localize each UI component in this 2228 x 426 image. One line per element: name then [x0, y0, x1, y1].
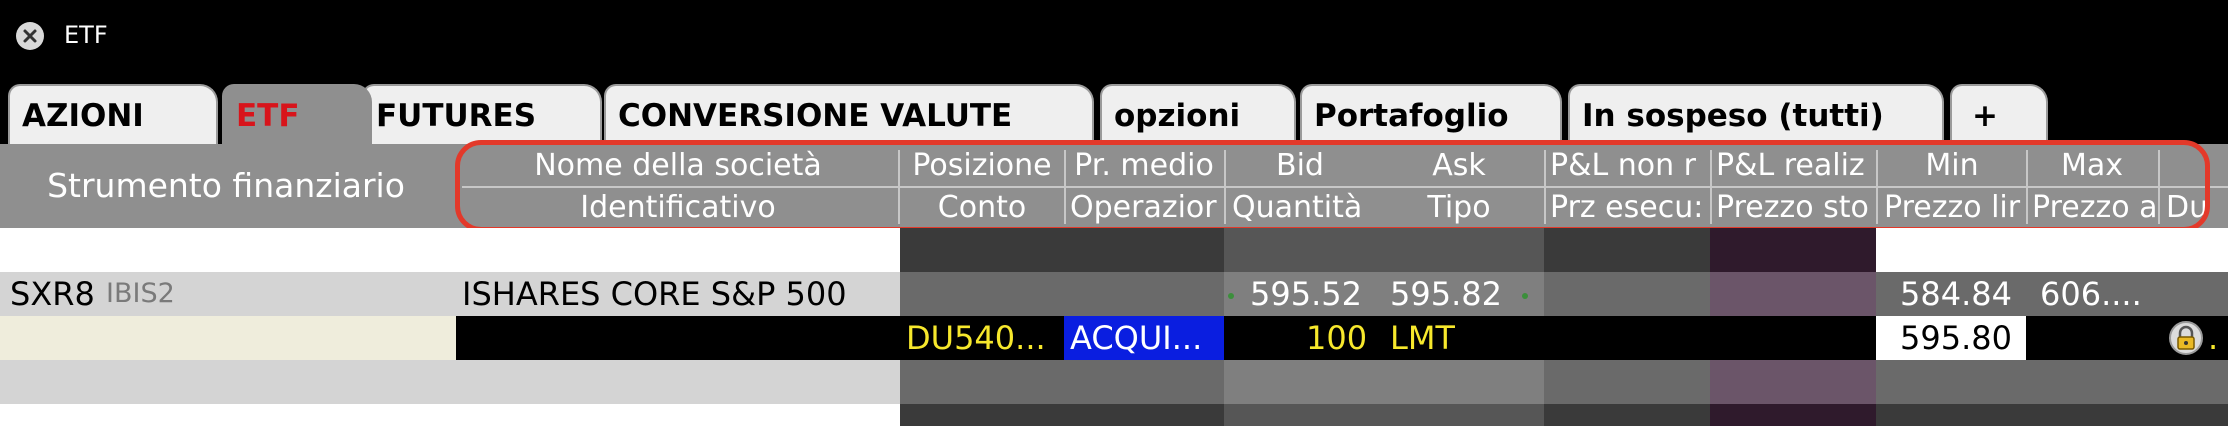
blank-row-cell — [1544, 360, 1710, 404]
ask-dot-icon — [1522, 293, 1528, 299]
blank-row-cell — [1544, 404, 1710, 426]
blank-row-cell — [900, 404, 1224, 426]
blank-row-cell — [900, 228, 1224, 272]
blank-row-cell — [1710, 360, 1876, 404]
blank-row-cell — [1710, 228, 1876, 272]
etf-symbol[interactable]: SXR8 — [10, 272, 95, 316]
blank-row-cell — [900, 360, 1224, 404]
blank-row-cell — [1544, 228, 1710, 272]
blank-row-right — [1876, 228, 2228, 272]
etf-exchange: IBIS2 — [106, 278, 175, 309]
blank-row-left — [0, 360, 900, 404]
tab-add[interactable]: + — [1950, 84, 2048, 146]
order-duration: . — [2208, 319, 2219, 357]
tab-portafoglio[interactable]: Portafoglio — [1300, 84, 1562, 146]
window-title: ETF — [64, 21, 108, 49]
etf-row-cell — [900, 272, 1224, 316]
title-bar — [0, 0, 2228, 70]
blank-row-left — [0, 404, 900, 426]
blank-row-left — [0, 228, 900, 272]
etf-row-cell — [1544, 272, 1710, 316]
tab-in-sospeso[interactable]: In sospeso (tutti) — [1568, 84, 1944, 146]
header-highlight — [455, 140, 2210, 232]
blank-row-cell — [1224, 228, 1544, 272]
order-action[interactable]: ACQUI... — [1070, 316, 1202, 360]
tab-conversione-valute[interactable]: CONVERSIONE VALUTE — [604, 84, 1094, 146]
order-account[interactable]: DU540... — [906, 316, 1046, 360]
header-instrument[interactable]: Strumento finanziario — [0, 144, 452, 228]
blank-row-cell — [1876, 404, 2228, 426]
order-limit-price[interactable]: 595.80 — [1900, 316, 2012, 360]
tab-etf[interactable]: ETF — [222, 84, 372, 146]
blank-row-cell — [1876, 360, 2228, 404]
bid-dot-icon — [1228, 293, 1234, 299]
close-icon[interactable] — [16, 22, 44, 50]
order-quantity[interactable]: 100 — [1306, 316, 1367, 360]
tab-futures[interactable]: FUTURES — [362, 84, 602, 146]
order-row-left — [0, 316, 456, 360]
etf-row-cell — [1710, 272, 1876, 316]
etf-high: 606.... — [2040, 275, 2142, 313]
blank-row-cell — [1224, 360, 1544, 404]
etf-name: ISHARES CORE S&P 500 — [462, 275, 847, 313]
blank-row-cell — [1224, 404, 1544, 426]
etf-ask[interactable]: 595.82 — [1390, 272, 1502, 316]
tab-azioni[interactable]: AZIONI — [8, 84, 218, 146]
lock-icon[interactable] — [2168, 320, 2204, 356]
blank-row-cell — [1710, 404, 1876, 426]
etf-bid[interactable]: 595.52 — [1250, 272, 1362, 316]
tab-opzioni[interactable]: opzioni — [1100, 84, 1296, 146]
etf-low: 584.84 — [1900, 275, 2012, 313]
order-type[interactable]: LMT — [1390, 316, 1455, 360]
